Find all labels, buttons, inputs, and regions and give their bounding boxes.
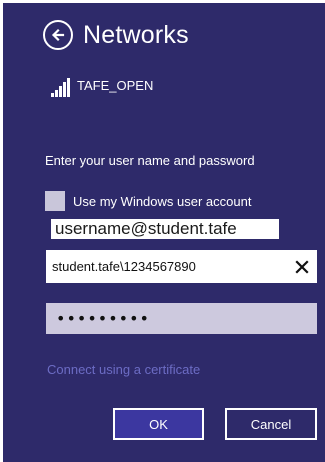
close-icon: [295, 259, 309, 274]
clear-username-button[interactable]: [287, 252, 317, 282]
back-button[interactable]: [43, 20, 73, 50]
header: Networks: [43, 17, 189, 53]
network-login-panel: Networks TAFE_OPEN Enter your user name …: [3, 3, 325, 462]
page-title: Networks: [83, 20, 189, 49]
windows-account-checkbox-row[interactable]: Use my Windows user account: [45, 191, 251, 211]
connect-certificate-link[interactable]: Connect using a certificate: [47, 362, 200, 377]
windows-account-checkbox[interactable]: [45, 191, 65, 211]
cancel-button[interactable]: Cancel: [225, 408, 317, 440]
username-caption: username@student.tafe: [51, 219, 279, 239]
username-input[interactable]: [46, 250, 284, 283]
password-mask: •••••••••: [56, 309, 150, 328]
wifi-signal-icon: [51, 77, 71, 97]
username-field-container: [46, 250, 317, 283]
credentials-prompt: Enter your user name and password: [45, 153, 255, 168]
ok-button[interactable]: OK: [113, 408, 204, 440]
windows-account-checkbox-label: Use my Windows user account: [73, 193, 252, 209]
back-arrow-icon: [51, 28, 65, 42]
network-item: TAFE_OPEN: [51, 77, 153, 97]
password-input[interactable]: •••••••••: [46, 303, 317, 334]
network-ssid: TAFE_OPEN: [77, 78, 154, 93]
